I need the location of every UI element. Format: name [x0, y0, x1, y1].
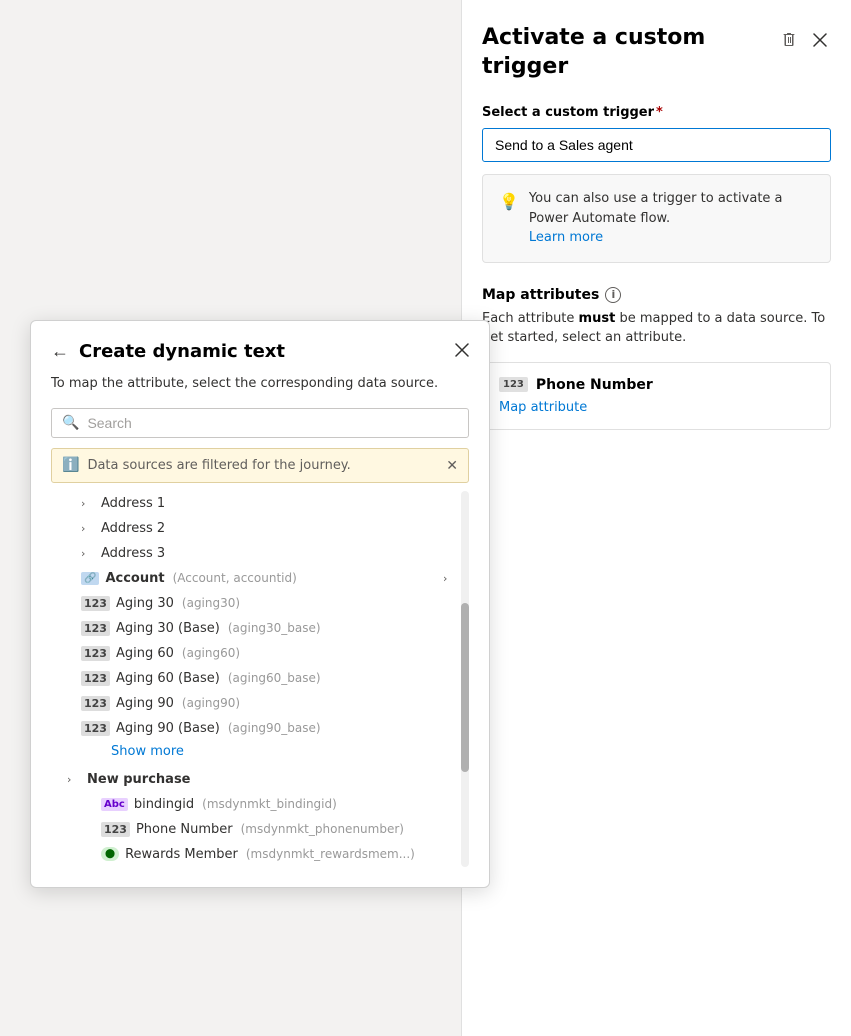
- aging30-label: Aging 30: [116, 596, 174, 611]
- aging90base-label: Aging 90 (Base): [116, 721, 220, 736]
- lightbulb-icon: 💡: [499, 190, 519, 248]
- tree-item-aging90base[interactable]: 123 Aging 90 (Base) (aging90_base): [51, 716, 465, 741]
- number-icon: 123: [101, 822, 130, 837]
- search-input[interactable]: [87, 415, 458, 431]
- number-icon: 123: [81, 696, 110, 711]
- info-icon: ℹ️: [62, 457, 79, 473]
- bindingid-sub: (msdynmkt_bindingid): [202, 797, 337, 811]
- right-panel-header: Activate a custom trigger: [482, 24, 831, 81]
- tree-list-wrapper: › Address 1 › Address 2 › Address 3 🔗 Ac…: [51, 491, 469, 867]
- tree-item-bindingid[interactable]: Abc bindingid (msdynmkt_bindingid): [51, 792, 465, 817]
- chevron-right-icon: ›: [81, 547, 95, 560]
- left-panel-nav: ← Create dynamic text: [51, 341, 285, 362]
- account-icon: 🔗: [81, 572, 99, 585]
- chevron-right-icon: ›: [81, 497, 95, 510]
- aging60-label: Aging 60: [116, 646, 174, 661]
- close-left-panel-button[interactable]: [455, 341, 469, 362]
- address2-label: Address 2: [101, 521, 165, 536]
- phone-number-attr-card: 123 Phone Number Map attribute: [482, 362, 831, 430]
- filter-notice-close-button[interactable]: ✕: [446, 457, 458, 474]
- scrollbar-thumb[interactable]: [461, 603, 469, 772]
- info-box-content: You can also use a trigger to activate a…: [529, 189, 814, 248]
- address3-label: Address 3: [101, 546, 165, 561]
- filter-notice-left: ℹ️ Data sources are filtered for the jou…: [62, 457, 351, 473]
- tree-item-address2[interactable]: › Address 2: [51, 516, 465, 541]
- delete-button[interactable]: [777, 28, 801, 52]
- tree-item-aging30base[interactable]: 123 Aging 30 (Base) (aging30_base): [51, 616, 465, 641]
- search-box: 🔍: [51, 408, 469, 438]
- aging60-sub: (aging60): [182, 646, 240, 660]
- tree-item-address3[interactable]: › Address 3: [51, 541, 465, 566]
- number-icon: 123: [81, 646, 110, 661]
- bindingid-label: bindingid: [134, 797, 194, 812]
- filter-notice-text: Data sources are filtered for the journe…: [87, 458, 350, 473]
- address1-label: Address 1: [101, 496, 165, 511]
- show-more-link[interactable]: Show more: [81, 739, 192, 764]
- aging30base-label: Aging 30 (Base): [116, 621, 220, 636]
- number-icon: 123: [81, 596, 110, 611]
- learn-more-link[interactable]: Learn more: [529, 230, 603, 245]
- aging60base-label: Aging 60 (Base): [116, 671, 220, 686]
- aging90-sub: (aging90): [182, 696, 240, 710]
- left-panel: ← Create dynamic text To map the attribu…: [30, 320, 490, 888]
- account-label: Account: [105, 571, 164, 586]
- tree-item-address1[interactable]: › Address 1: [51, 491, 465, 516]
- panel-description: To map the attribute, select the corresp…: [51, 374, 469, 394]
- close-panel-button[interactable]: [809, 29, 831, 51]
- toggle-icon: ⬤: [101, 847, 119, 861]
- phone-number-type-icon: 123: [499, 377, 528, 392]
- map-attrs-info-icon[interactable]: i: [605, 287, 621, 303]
- right-panel-title: Activate a custom trigger: [482, 24, 777, 81]
- aging90-label: Aging 90: [116, 696, 174, 711]
- chevron-right-icon: ›: [67, 773, 81, 786]
- number-icon: 123: [81, 621, 110, 636]
- map-attribute-link[interactable]: Map attribute: [499, 400, 587, 415]
- attr-card-header: 123 Phone Number: [499, 377, 814, 393]
- filter-notice: ℹ️ Data sources are filtered for the jou…: [51, 448, 469, 483]
- aging90base-sub: (aging90_base): [228, 721, 321, 735]
- number-icon: 123: [81, 721, 110, 736]
- phonenumber-label: Phone Number: [136, 822, 233, 837]
- right-panel: Activate a custom trigger Select a custo…: [461, 0, 851, 1036]
- aging30base-sub: (aging30_base): [228, 621, 321, 635]
- tree-item-aging30[interactable]: 123 Aging 30 (aging30): [51, 591, 465, 616]
- left-panel-title: Create dynamic text: [79, 341, 285, 362]
- account-sub: (Account, accountid): [173, 571, 297, 585]
- map-attrs-header: Map attributes i: [482, 287, 831, 303]
- rewardsmember-label: Rewards Member: [125, 847, 238, 862]
- scrollbar-track[interactable]: [461, 491, 469, 867]
- info-box: 💡 You can also use a trigger to activate…: [482, 174, 831, 263]
- phone-number-attr-name: Phone Number: [536, 377, 653, 393]
- chevron-right-icon: ›: [81, 522, 95, 535]
- tree-item-account[interactable]: 🔗 Account (Account, accountid) ›: [51, 566, 465, 591]
- tree-item-aging90[interactable]: 123 Aging 90 (aging90): [51, 691, 465, 716]
- search-icon: 🔍: [62, 415, 79, 431]
- text-icon: Abc: [101, 798, 128, 811]
- required-star: *: [656, 105, 663, 120]
- tree-list: › Address 1 › Address 2 › Address 3 🔗 Ac…: [51, 491, 469, 867]
- aging30-sub: (aging30): [182, 596, 240, 610]
- tree-item-aging60base[interactable]: 123 Aging 60 (Base) (aging60_base): [51, 666, 465, 691]
- phonenumber-sub: (msdynmkt_phonenumber): [241, 822, 404, 836]
- header-actions: [777, 28, 831, 52]
- show-more-container: Show more: [51, 741, 465, 767]
- chevron-right-icon: ›: [443, 572, 457, 585]
- tree-item-aging60[interactable]: 123 Aging 60 (aging60): [51, 641, 465, 666]
- number-icon: 123: [81, 671, 110, 686]
- left-panel-header: ← Create dynamic text: [51, 341, 469, 362]
- back-button[interactable]: ←: [51, 341, 69, 362]
- map-attrs-desc: Each attribute must be mapped to a data …: [482, 309, 831, 348]
- trigger-label: Select a custom trigger*: [482, 105, 831, 120]
- new-purchase-label: New purchase: [87, 772, 191, 787]
- tree-item-phonenumber[interactable]: 123 Phone Number (msdynmkt_phonenumber): [51, 817, 465, 842]
- tree-item-rewardsmember[interactable]: ⬤ Rewards Member (msdynmkt_rewardsmem...…: [51, 842, 465, 867]
- aging60base-sub: (aging60_base): [228, 671, 321, 685]
- trigger-input[interactable]: [482, 128, 831, 162]
- rewardsmember-sub: (msdynmkt_rewardsmem...): [246, 847, 415, 861]
- tree-item-new-purchase[interactable]: › New purchase: [51, 767, 465, 792]
- map-attrs-title: Map attributes: [482, 287, 599, 303]
